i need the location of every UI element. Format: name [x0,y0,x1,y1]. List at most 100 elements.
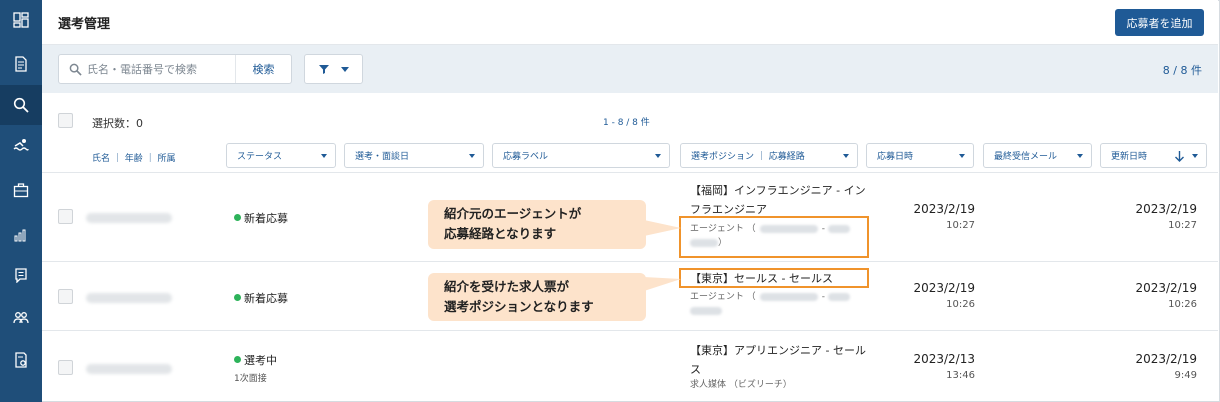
applied-time: 13:46 [946,370,975,381]
updated-time: 10:27 [1168,220,1197,231]
sort-down-icon [1175,151,1184,162]
sidebar-item-reports[interactable] [0,215,42,255]
status-label: 新着応募 [234,290,288,306]
sidebar-item-dashboard[interactable] [0,0,42,40]
status-label: 選考中 [234,352,277,368]
document-edit-icon [15,56,27,72]
route-callout: 紹介元のエージェントが 応募経路となります [428,200,646,249]
chevron-down-icon [340,66,349,72]
page-title: 選考管理 [58,17,111,32]
applied-date: 2023/2/13 [913,352,975,366]
document-settings-icon [15,352,27,368]
chevron-down-icon [655,154,661,158]
search-box: 検索 [58,54,292,84]
applied-date: 2023/2/19 [913,281,975,295]
updated-date-column-label: 更新日時 [1111,152,1148,162]
updated-date: 2023/2/19 [1135,281,1197,295]
position-callout-line1: 紹介を受けた求人票が [444,279,570,294]
applied-time: 10:26 [946,299,975,310]
selected-count: 選択数：0 [92,117,143,130]
updated-date: 2023/2/19 [1135,352,1197,366]
chevron-down-icon [843,154,849,158]
search-bar: 検索 8 / 8 件 [42,45,1218,93]
name-column-header[interactable]: 氏名 ｜ 年齢 ｜ 所属 [92,151,175,164]
applicant-name[interactable] [86,213,172,223]
apply-route-text: エージェント （ [690,292,756,302]
position-route-column-label: 選考ポジション ｜ 応募経路 [691,152,805,162]
applied-date-column-dropdown[interactable]: 応募日時 [866,143,974,168]
result-count: 8 / 8 件 [1162,64,1202,77]
apply-label-column-dropdown[interactable]: 応募ラベル [492,143,670,168]
updated-date: 2023/2/19 [1135,202,1197,216]
list-header: 選択数：0 1 - 8 / 8 件 氏名 ｜ 年齢 ｜ 所属 ステータス 選考・… [42,93,1218,173]
status-text: 選考中 [244,354,277,367]
position-callout-line2: 選考ポジションとなります [444,299,594,314]
sidebar-item-messages[interactable] [0,255,42,295]
add-applicant-button[interactable]: 応募者を追加 [1115,9,1204,36]
apply-route: エージェント （- [690,290,870,318]
route-highlight-box [679,216,869,258]
updated-time: 10:26 [1168,299,1197,310]
swimmer-icon [13,139,29,151]
chevron-down-icon [469,154,475,158]
agent-name-blurred [759,292,818,301]
applied-date-column-label: 応募日時 [877,152,914,162]
search-button[interactable]: 検索 [235,55,291,83]
status-dot-icon [234,214,241,221]
applied-time: 10:27 [946,220,975,231]
last-mail-column-dropdown[interactable]: 最終受信メール [983,143,1092,168]
status-label: 新着応募 [234,210,288,226]
pagination-range: 1 - 8 / 8 件 [603,118,650,128]
row-checkbox[interactable] [58,289,73,304]
filter-icon [318,65,329,74]
bar-chart-icon [14,229,26,242]
agent-name-blurred [690,306,722,315]
sidebar-item-users[interactable] [0,298,42,338]
chevron-down-icon [1077,154,1083,158]
sidebar-item-settings[interactable] [0,340,42,380]
chevron-down-icon [1192,154,1198,158]
apply-label-column-label: 応募ラベル [503,152,549,162]
messages-icon [15,268,27,283]
agent-name-blurred [827,292,850,301]
search-icon [13,97,29,113]
dashboard-icon [13,12,29,28]
applied-date: 2023/2/19 [913,202,975,216]
search-icon [69,63,82,76]
status-column-label: ステータス [237,152,283,162]
position-title: 【福岡】インフラエンジニア - インフラエンジニア [690,184,866,216]
filter-button[interactable] [304,54,363,84]
position-callout: 紹介を受けた求人票が 選考ポジションとなります [428,273,646,321]
row-checkbox[interactable] [58,360,73,375]
last-mail-column-label: 最終受信メール [994,152,1058,162]
status-text: 新着応募 [244,292,288,305]
sidebar-item-swimmer[interactable] [0,125,42,165]
position-title: 【東京】アプリエンジニア - セールス [690,344,866,376]
route-callout-pointer [644,220,681,236]
select-all-checkbox[interactable] [58,113,73,128]
position-callout-pointer [644,277,681,291]
sidebar-item-jobs[interactable] [0,170,42,210]
sidebar-item-selection[interactable] [0,85,42,125]
header: 選考管理 応募者を追加 [42,0,1218,45]
interview-date-column-dropdown[interactable]: 選考・面談日 [344,143,484,168]
interview-date-column-label: 選考・面談日 [355,152,410,162]
table-row[interactable]: 選考中 1次面接 【東京】アプリエンジニア - セールス 求人媒体 （ビズリーチ… [42,332,1218,400]
row-checkbox[interactable] [58,209,73,224]
sidebar-item-documents[interactable] [0,44,42,84]
updated-date-column-dropdown[interactable]: 更新日時 [1100,143,1207,168]
route-callout-line2: 応募経路となります [444,226,557,241]
status-dot-icon [234,356,241,363]
route-callout-line1: 紹介元のエージェントが [444,206,582,221]
applicant-name[interactable] [86,293,172,303]
applicant-name[interactable] [86,364,172,374]
briefcase-icon [13,183,29,198]
chevron-down-icon [959,154,965,158]
sidebar [0,0,42,402]
updated-time: 9:49 [1174,370,1197,381]
position-route-column-dropdown[interactable]: 選考ポジション ｜ 応募経路 [680,143,858,168]
status-column-dropdown[interactable]: ステータス [226,143,336,168]
substatus-label: 1次面接 [234,374,267,384]
search-input[interactable] [87,61,237,77]
status-text: 新着応募 [244,212,288,225]
